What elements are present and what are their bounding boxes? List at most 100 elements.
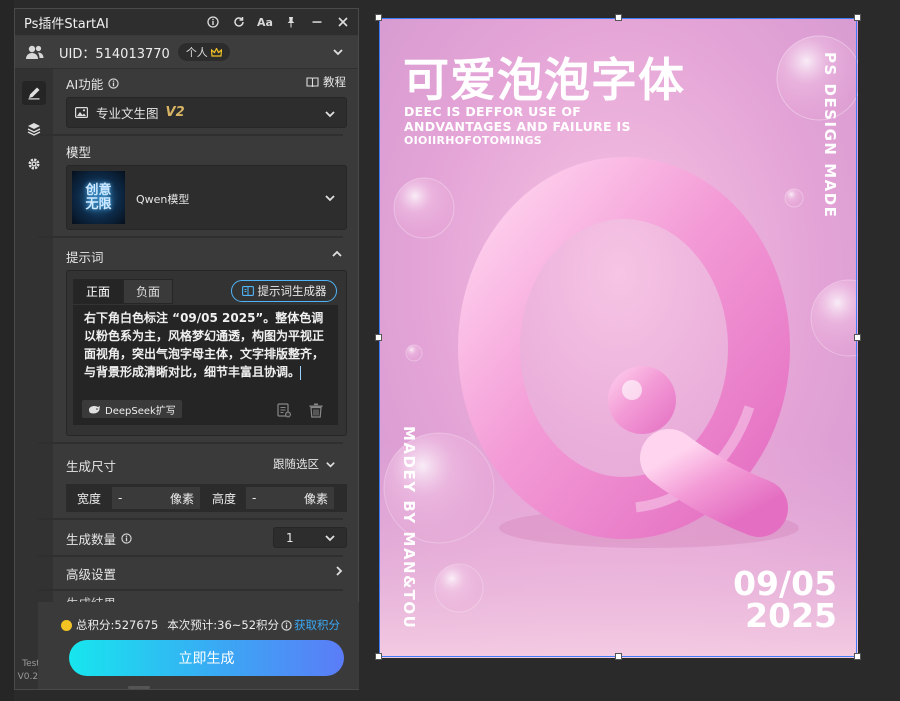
poster-vertical-left: MADEY BY MAN&TOU [400,426,418,630]
tutorial-link[interactable]: 教程 [306,74,346,90]
divider [38,134,343,136]
account-type-badge: 个人 [177,43,230,61]
layers-button[interactable] [22,117,46,141]
model-select[interactable]: 创意无限 Qwen模型 [66,165,347,230]
settings-button[interactable] [22,152,46,176]
prompt-generator-text: 提示词生成器 [257,284,327,298]
tutorial-text: 教程 [323,75,346,89]
canvas-image[interactable]: 可爱泡泡字体 DEEC IS DEFFOR USE OF ANDVANTAGES… [379,18,858,658]
resize-grip[interactable] [128,686,150,689]
divider [38,236,343,238]
poster-vertical-right: PS DESIGN MADE [821,52,839,219]
trash-icon[interactable] [309,403,323,418]
chevron-down-icon[interactable] [332,46,344,58]
resize-handle[interactable] [615,653,622,660]
poster-subtitle-1: DEEC IS DEFFOR USE OF [404,104,582,119]
prompt-label: 提示词 [66,250,104,265]
count-value: 1 [286,530,294,545]
width-input[interactable]: - 像素 [112,487,200,509]
ai-mode-text: 专业文生图 [96,106,159,121]
divider [38,555,343,557]
chevron-right-icon[interactable] [333,565,345,577]
resize-handle[interactable] [375,653,382,660]
refresh-icon[interactable] [228,11,250,33]
book-open-icon [241,286,254,296]
model-name: Qwen模型 [136,193,190,206]
resize-handle[interactable] [375,14,382,21]
chevron-down-icon [325,535,335,542]
pin-icon[interactable] [280,11,302,33]
credits-bar: 总积分:527675 本次预计:36~52积分 获取积分 [61,617,340,633]
size-label: 生成尺寸 [66,459,117,474]
width-value: - [118,491,123,505]
divider [38,589,343,591]
resize-handle[interactable] [854,334,861,341]
account-type-text: 个人 [185,46,208,59]
result-label-partial: 生成结果 [66,595,116,602]
chevron-up-icon[interactable] [331,248,343,260]
height-input[interactable]: - 像素 [246,487,334,509]
title-bar[interactable]: Ps插件StartAI Aa [15,9,358,35]
resize-handle[interactable] [854,14,861,21]
sidebar: Test V0.21.0 [15,69,53,689]
info-icon[interactable] [202,11,224,33]
crown-icon [210,47,222,57]
coin-icon [61,619,72,631]
get-credits-link[interactable]: 获取积分 [294,617,340,633]
whale-icon [89,405,100,413]
close-icon[interactable] [332,11,354,33]
advanced-settings-label[interactable]: 高级设置 [66,564,116,583]
divider [38,442,343,444]
account-bar[interactable]: UID：514013770 个人 [15,36,358,69]
ai-function-label: AI功能 [66,77,104,92]
deepseek-expand-text: DeepSeek扩写 [105,405,176,417]
width-unit: 像素 [169,491,194,506]
panel-title: Ps插件StartAI [24,16,109,32]
tab-negative[interactable]: 负面 [123,279,173,304]
model-label: 模型 [66,145,92,160]
text-caret [300,365,302,380]
tab-positive[interactable]: 正面 [73,279,123,304]
generate-button[interactable]: 立即生成 [69,640,344,676]
info-icon[interactable] [108,78,119,89]
size-mode-select[interactable]: 跟随选区 [273,456,336,472]
width-label: 宽度 [77,491,102,506]
ai-mode-version: V2 [165,105,185,120]
pencil-icon [28,87,40,100]
gear-icon [28,158,40,170]
font-size-icon[interactable]: Aa [254,11,276,33]
chevron-down-icon [325,111,335,118]
size-mode-text: 跟随选区 [273,457,319,471]
chevron-down-icon [326,461,335,468]
poster-subtitle-3: OIOIIRHOFOTOMINGS [404,134,543,147]
poster-title: 可爱泡泡字体 [403,53,685,107]
ai-function-header: AI功能 [66,74,119,93]
resize-handle[interactable] [375,334,382,341]
poster-date-year: 2025 [745,596,837,635]
uid-label: UID：514013770 [59,46,170,62]
height-label: 高度 [212,491,237,506]
model-thumbnail: 创意无限 [72,171,125,224]
prompt-generator-button[interactable]: 提示词生成器 [231,280,337,302]
minimize-icon[interactable] [306,11,328,33]
deepseek-expand-button[interactable]: DeepSeek扩写 [82,400,182,418]
prompt-text: 右下角白色标注 “09/05 2025”。整体色调以粉色系为主，风格梦幻通透，构… [84,311,325,379]
users-icon [25,44,45,60]
count-label: 生成数量 [66,532,117,547]
save-prompt-icon[interactable] [277,403,291,418]
size-fields: 宽度 - 像素 高度 - 像素 [66,484,347,512]
poster-date: 09/05 2025 [733,567,837,635]
total-credits: 总积分:527675 [76,618,159,632]
book-icon [306,76,319,87]
left-edge [0,0,14,701]
divider [38,518,343,520]
resize-handle[interactable] [854,653,861,660]
edit-tool-button[interactable] [22,81,46,105]
info-icon[interactable] [281,619,292,631]
ai-mode-select[interactable]: 专业文生图 V2 [66,97,347,128]
height-unit: 像素 [303,491,328,506]
info-icon[interactable] [121,533,132,544]
poster-subtitle-2: ANDVANTAGES AND FAILURE IS [404,119,631,134]
resize-handle[interactable] [615,14,622,21]
count-select[interactable]: 1 [273,527,347,548]
